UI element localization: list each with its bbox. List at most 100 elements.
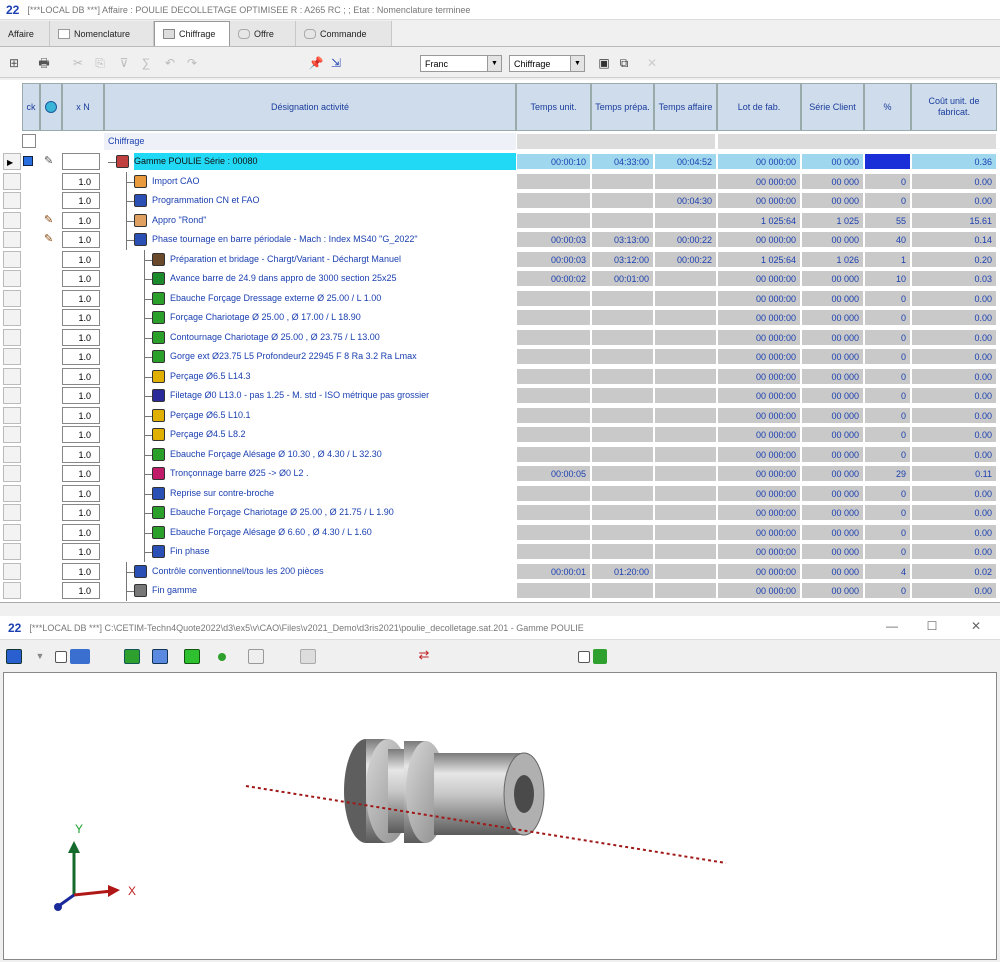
qty-cell[interactable]: 1.0 xyxy=(62,387,100,404)
serie-cell[interactable]: 00 000 xyxy=(801,231,864,248)
lot-cell[interactable]: 00 000:00 xyxy=(717,582,801,599)
cout-cell[interactable]: 0.14 xyxy=(911,231,997,248)
axis-toggle-checkbox[interactable] xyxy=(578,651,590,663)
cout-cell[interactable]: 0.00 xyxy=(911,328,997,346)
table-row[interactable]: 1.0 Import CAO 00 000:00 00 000 0 0.00 xyxy=(0,171,1000,192)
qty-cell[interactable]: 1.0 xyxy=(62,328,100,346)
mode-select[interactable]: Chiffrage ▼ xyxy=(509,55,585,72)
temps-unit-cell[interactable] xyxy=(516,192,591,209)
group-checkbox[interactable] xyxy=(22,134,36,148)
table-row[interactable]: 1.0 Perçage Ø6.5 L10.1 00 000:00 00 000 0 0.0… xyxy=(0,405,1000,426)
serie-cell[interactable]: 00 000 xyxy=(801,543,864,560)
pct-cell[interactable]: 0 xyxy=(864,543,911,560)
table-row[interactable]: 1.0 Contournage Chariotage Ø 25.00 , Ø 23… xyxy=(0,327,1000,348)
temps-prepa-cell[interactable] xyxy=(591,172,654,190)
temps-affaire-cell[interactable]: 00:00:22 xyxy=(654,250,717,268)
temps-prepa-cell[interactable] xyxy=(591,523,654,541)
table-row[interactable]: ✎ 1.0 Phase tournage en barre périodale - … xyxy=(0,230,1000,250)
qty-cell[interactable]: 1.0 xyxy=(62,367,100,385)
lot-cell[interactable]: 00 000:00 xyxy=(717,348,801,365)
maximize-button[interactable]: ☐ xyxy=(920,619,944,635)
lot-cell[interactable]: 00 000:00 xyxy=(717,465,801,482)
pct-cell[interactable]: 0 xyxy=(864,309,911,326)
pct-cell[interactable]: 0 xyxy=(864,582,911,599)
lot-cell[interactable]: 00 000:00 xyxy=(717,484,801,502)
row-selector[interactable] xyxy=(3,289,21,307)
temps-affaire-cell[interactable] xyxy=(654,465,717,482)
row-selector[interactable] xyxy=(3,445,21,463)
temps-unit-cell[interactable] xyxy=(516,309,591,326)
designation-cell[interactable]: Perçage Ø6.5 L10.1 xyxy=(170,407,516,424)
serie-cell[interactable]: 00 000 xyxy=(801,562,864,580)
row-selector[interactable] xyxy=(3,367,21,385)
windows-icon[interactable]: ⧉ xyxy=(616,56,632,70)
pct-cell[interactable]: 0 xyxy=(864,426,911,443)
temps-affaire-cell[interactable] xyxy=(654,348,717,365)
lot-cell[interactable]: 00 000:00 xyxy=(717,328,801,346)
row-selector[interactable] xyxy=(3,192,21,209)
table-row[interactable]: 1.0 Ebauche Forçage Alésage Ø 6.60 , Ø 4.… xyxy=(0,522,1000,543)
temps-prepa-cell[interactable] xyxy=(591,543,654,560)
lot-cell[interactable]: 00 000:00 xyxy=(717,562,801,580)
designation-cell[interactable]: Ebauche Forçage Alésage Ø 6.60 , Ø 4.30 … xyxy=(170,524,516,541)
lot-cell[interactable]: 00 000:00 xyxy=(717,387,801,404)
temps-prepa-cell[interactable] xyxy=(591,328,654,346)
cout-cell[interactable]: 0.36 xyxy=(911,153,997,170)
table-row[interactable]: 1.0 Fin phase 00 000:00 00 000 0 0.00 xyxy=(0,542,1000,562)
cout-cell[interactable]: 0.00 xyxy=(911,426,997,443)
table-row[interactable]: 1.0 Gorge ext Ø23.75 L5 Profondeur2 22945… xyxy=(0,347,1000,367)
temps-prepa-cell[interactable] xyxy=(591,387,654,404)
designation-cell[interactable]: Gorge ext Ø23.75 L5 Profondeur2 22945 F … xyxy=(170,348,516,365)
serie-cell[interactable]: 00 000 xyxy=(801,270,864,287)
temps-prepa-cell[interactable] xyxy=(591,192,654,209)
temps-prepa-cell[interactable] xyxy=(591,445,654,463)
pct-cell[interactable]: 1 xyxy=(864,250,911,268)
serie-cell[interactable]: 00 000 xyxy=(801,426,864,443)
qty-cell[interactable]: 1.0 xyxy=(62,426,100,443)
row-selector[interactable] xyxy=(3,270,21,287)
cout-cell[interactable]: 0.00 xyxy=(911,445,997,463)
row-selector[interactable] xyxy=(3,172,21,190)
serie-cell[interactable]: 00 000 xyxy=(801,582,864,599)
cut-icon[interactable]: ✂ xyxy=(70,56,86,70)
lot-cell[interactable]: 00 000:00 xyxy=(717,172,801,190)
serie-cell[interactable]: 00 000 xyxy=(801,348,864,365)
designation-cell[interactable]: Import CAO xyxy=(152,173,516,190)
column-header-designation[interactable]: Désignation activité xyxy=(104,83,516,131)
lot-cell[interactable]: 1 025:64 xyxy=(717,250,801,268)
transform-icon[interactable]: ⇄ xyxy=(416,648,432,662)
qty-cell[interactable]: 1.0 xyxy=(62,445,100,463)
temps-prepa-cell[interactable]: 01:20:00 xyxy=(591,562,654,580)
temps-unit-cell[interactable] xyxy=(516,426,591,443)
temps-affaire-cell[interactable] xyxy=(654,270,717,287)
row-selector[interactable]: ▶ xyxy=(3,153,21,170)
pct-cell[interactable]: 10 xyxy=(864,270,911,287)
column-header-cout[interactable]: Coût unit. de fabricat. xyxy=(911,83,997,131)
table-row[interactable]: ▶ ✎ Gamme POULIE Série : 00080 00:00:10 04:3… xyxy=(0,152,1000,172)
column-header-pct[interactable]: % xyxy=(864,83,911,131)
row-selector[interactable] xyxy=(3,309,21,326)
temps-prepa-cell[interactable] xyxy=(591,289,654,307)
row-selector[interactable] xyxy=(3,484,21,502)
temps-unit-cell[interactable] xyxy=(516,445,591,463)
layers-icon[interactable] xyxy=(70,649,90,664)
pct-cell[interactable]: 0 xyxy=(864,328,911,346)
temps-prepa-cell[interactable] xyxy=(591,426,654,443)
designation-cell[interactable]: Ebauche Forçage Chariotage Ø 25.00 , Ø 2… xyxy=(170,504,516,521)
pct-cell[interactable]: 0 xyxy=(864,406,911,424)
temps-unit-cell[interactable] xyxy=(516,348,591,365)
serie-cell[interactable]: 00 000 xyxy=(801,465,864,482)
temps-affaire-cell[interactable] xyxy=(654,504,717,521)
table-row[interactable]: 1.0 Perçage Ø4.5 L8.2 00 000:00 00 000 0 0.00 xyxy=(0,425,1000,445)
qty-cell[interactable]: 1.0 xyxy=(62,504,100,521)
designation-cell[interactable]: Ebauche Forçage Dressage externe Ø 25.00… xyxy=(170,290,516,307)
table-row[interactable]: 1.0 Reprise sur contre-broche 00 000:00 00 … xyxy=(0,483,1000,504)
serie-cell[interactable]: 00 000 xyxy=(801,289,864,307)
splitter[interactable] xyxy=(0,604,1000,616)
cout-cell[interactable]: 0.00 xyxy=(911,543,997,560)
temps-affaire-cell[interactable]: 00:04:30 xyxy=(654,192,717,209)
row-selector[interactable] xyxy=(3,504,21,521)
temps-unit-cell[interactable]: 00:00:03 xyxy=(516,231,591,248)
pct-cell[interactable]: 0 xyxy=(864,172,911,190)
lot-cell[interactable]: 1 025:64 xyxy=(717,211,801,229)
